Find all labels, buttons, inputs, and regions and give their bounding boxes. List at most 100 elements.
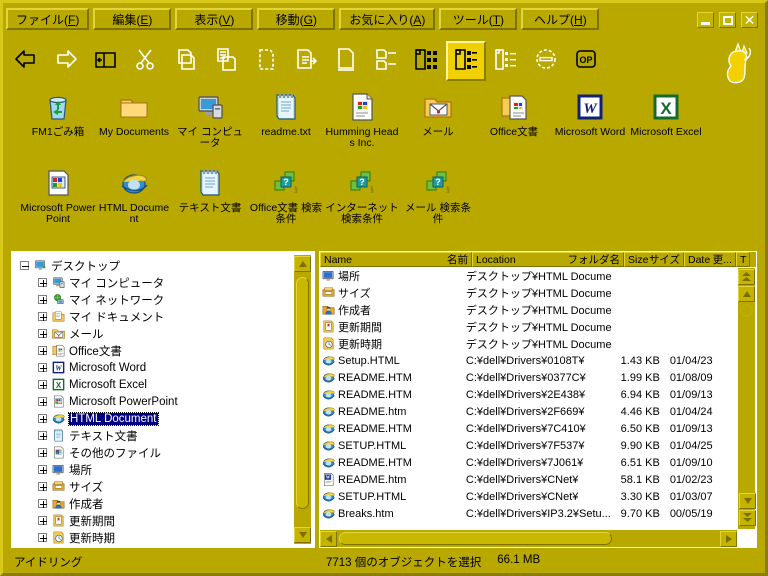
tree-expander-plus-icon[interactable] [38, 516, 47, 525]
tree-node[interactable]: 更新期間 [16, 512, 292, 529]
desktop-icon[interactable]: Humming Heads Inc. [324, 88, 400, 164]
cut-button[interactable] [126, 41, 166, 81]
desktop-icon[interactable]: ? § メール 検索条件 [400, 164, 476, 240]
tree-scroll-up-button[interactable] [294, 256, 311, 272]
minimize-button[interactable] [697, 12, 714, 28]
stop-button[interactable] [526, 41, 566, 81]
table-row[interactable]: Setup.HTML C:¥dell¥Drivers¥0108T¥ 1.43 KB 0… [320, 352, 737, 369]
file-list-body[interactable]: 場所 デスクトップ¥HTML Documen... サイズ デスクトップ¥HTML D… [320, 267, 737, 530]
table-row[interactable]: README.HTM C:¥dell¥Drivers¥7J061¥ 6.51 KB 0… [320, 454, 737, 471]
column-header-2[interactable]: Location フォルダ名 [472, 252, 624, 267]
menu-item-3[interactable]: 表示(V) [175, 8, 254, 30]
close-button[interactable]: ✕ [741, 12, 758, 28]
tree-expander-plus-icon[interactable] [38, 295, 47, 304]
tree-node[interactable]: サイズ [16, 478, 292, 495]
tree-node[interactable]: X Microsoft Excel [16, 376, 292, 393]
copy-button[interactable] [166, 41, 206, 81]
tree-expander-plus-icon[interactable] [38, 533, 47, 542]
menu-item-1[interactable]: ファイル(F) [6, 8, 90, 30]
tree-scroll-down-button[interactable] [294, 527, 311, 543]
tree-node[interactable]: その他のファイル [16, 444, 292, 461]
forward-button[interactable] [46, 41, 86, 81]
tree-node[interactable]: マイ コンピュータ [16, 274, 292, 291]
paste-button[interactable] [206, 41, 246, 81]
view-large-icons-button[interactable] [406, 41, 446, 81]
desktop-icon[interactable]: W Microsoft Word [552, 88, 628, 164]
tree-node[interactable]: メール [16, 325, 292, 342]
tree-scroll-thumb[interactable] [296, 277, 309, 509]
desktop-icon[interactable]: Microsoft PowerPoint [20, 164, 96, 240]
table-row[interactable]: W README.htm C:¥dell¥Drivers¥CNet¥ 58.1 KB 0… [320, 471, 737, 488]
table-row[interactable]: README.HTM C:¥dell¥Drivers¥0377C¥ 1.99 KB 0… [320, 369, 737, 386]
column-header-3[interactable]: Size サイズ [624, 252, 684, 267]
file-list-vertical-scrollbar[interactable] [737, 267, 756, 530]
view-small-icons-button[interactable] [486, 41, 526, 81]
tree-expander-plus-icon[interactable] [38, 278, 47, 287]
tree-vertical-scrollbar[interactable] [293, 254, 312, 545]
op-button[interactable]: OP [566, 41, 606, 81]
table-row[interactable]: 更新時期 デスクトップ¥HTML Documen... [320, 335, 737, 352]
tree-node[interactable]: マイ ネットワーク [16, 291, 292, 308]
up-folder-button[interactable] [86, 41, 126, 81]
tree-expander-plus-icon[interactable] [38, 397, 47, 406]
desktop-icon[interactable]: ? § インターネット 検索条件 [324, 164, 400, 240]
tree-expander-plus-icon[interactable] [38, 363, 47, 372]
table-row[interactable]: 場所 デスクトップ¥HTML Documen... [320, 267, 737, 284]
view-details-button[interactable] [446, 41, 486, 81]
menu-item-6[interactable]: ツール(T) [439, 8, 518, 30]
table-row[interactable]: README.HTM C:¥dell¥Drivers¥2E438¥ 6.94 KB 0… [320, 386, 737, 403]
tree-expander-plus-icon[interactable] [38, 465, 47, 474]
table-row[interactable]: 更新期間 デスクトップ¥HTML Documen... [320, 318, 737, 335]
tree-expander-plus-icon[interactable] [38, 414, 47, 423]
menu-item-4[interactable]: 移動(G) [257, 8, 336, 30]
column-header-4[interactable]: Date 更... [684, 252, 736, 267]
table-row[interactable]: Breaks.htm C:¥dell¥Drivers¥IP3.2¥Setu... 9… [320, 505, 737, 522]
table-row[interactable]: README.HTM C:¥dell¥Drivers¥7C410¥ 6.50 KB 0… [320, 420, 737, 437]
desktop-icon[interactable]: マイ コンピュータ [172, 88, 248, 164]
desktop-icon[interactable]: ? § Office文書 検索条件 [248, 164, 324, 240]
maximize-button[interactable] [719, 12, 736, 28]
list-scroll-left-button[interactable] [320, 530, 337, 547]
tree-node[interactable]: 場所 [16, 461, 292, 478]
tree-node[interactable]: Office文書 [16, 342, 292, 359]
menu-item-5[interactable]: お気に入り(A) [339, 8, 436, 30]
list-scroll-right-button[interactable] [720, 530, 737, 547]
tree-expander-plus-icon[interactable] [38, 346, 47, 355]
tree-expander-plus-icon[interactable] [38, 448, 47, 457]
desktop-icon[interactable]: readme.txt [248, 88, 324, 164]
desktop-icon[interactable]: テキスト文書 [172, 164, 248, 240]
tree-node[interactable]: マイ ドキュメント [16, 308, 292, 325]
desktop-icon[interactable]: メール [400, 88, 476, 164]
table-row[interactable]: サイズ デスクトップ¥HTML Documen... [320, 284, 737, 301]
menu-item-7[interactable]: ヘルプ(H) [521, 8, 600, 30]
list-scroll-down-button[interactable] [739, 493, 756, 509]
delete-button[interactable] [286, 41, 326, 81]
hscroll-thumb[interactable] [339, 532, 612, 545]
list-scroll-up-button[interactable] [738, 286, 755, 302]
tree-expander-minus-icon[interactable] [20, 261, 29, 270]
tree-node[interactable]: W Microsoft Word [16, 359, 292, 376]
back-button[interactable] [6, 41, 46, 81]
tree-node[interactable]: HTML Document [16, 410, 292, 427]
table-row[interactable]: README.htm C:¥dell¥Drivers¥2F669¥ 4.46 KB 0… [320, 403, 737, 420]
list-scroll-bottom-button[interactable] [739, 510, 756, 526]
undo-button[interactable] [246, 41, 286, 81]
tree-node[interactable]: Microsoft PowerPoint [16, 393, 292, 410]
tree-expander-plus-icon[interactable] [38, 380, 47, 389]
list-scroll-thumb[interactable] [740, 304, 753, 317]
tree-node[interactable]: テキスト文書 [16, 427, 292, 444]
tree-expander-plus-icon[interactable] [38, 482, 47, 491]
tree-expander-plus-icon[interactable] [38, 312, 47, 321]
view-list-button[interactable] [366, 41, 406, 81]
desktop-icon[interactable]: My Documents [96, 88, 172, 164]
menu-item-2[interactable]: 編集(E) [93, 8, 172, 30]
desktop-icon[interactable]: Office文書 [476, 88, 552, 164]
table-row[interactable]: 作成者 デスクトップ¥HTML Documen... [320, 301, 737, 318]
desktop-icon[interactable]: FM1ごみ箱 [20, 88, 96, 164]
list-scroll-top-button[interactable] [738, 269, 755, 285]
file-list-horizontal-scrollbar[interactable] [320, 530, 737, 547]
hscroll-track[interactable] [339, 532, 718, 545]
tree-expander-plus-icon[interactable] [38, 499, 47, 508]
properties-button[interactable] [326, 41, 366, 81]
tree-expander-plus-icon[interactable] [38, 329, 47, 338]
